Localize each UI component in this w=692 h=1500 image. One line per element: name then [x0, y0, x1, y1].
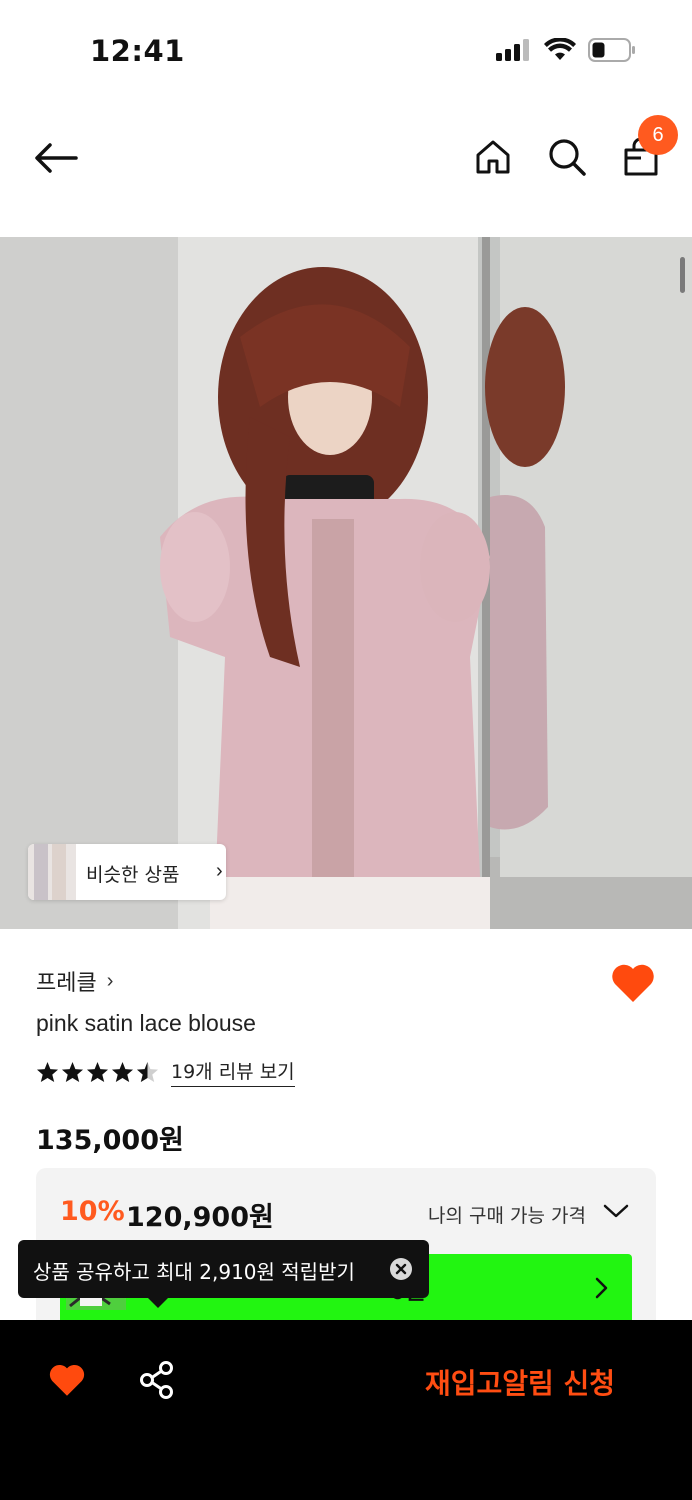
bottom-action-bar: 재입고알림 신청 [0, 1320, 692, 1500]
rating-row: 19개 리뷰 보기 [36, 1057, 295, 1087]
tooltip-close-button[interactable] [390, 1258, 412, 1280]
share-reward-tooltip: 상품 공유하고 최대 2,910원 적립받기 [18, 1240, 429, 1308]
star-rating [36, 1061, 159, 1083]
battery-icon [588, 38, 635, 62]
product-image[interactable] [0, 237, 692, 929]
top-nav [0, 100, 692, 237]
product-photo [0, 237, 692, 929]
cart-count-badge: 6 [638, 115, 678, 155]
review-link[interactable]: 19개 리뷰 보기 [171, 1057, 295, 1087]
tooltip-text: 상품 공유하고 최대 2,910원 적립받기 [33, 1260, 355, 1284]
status-icons [496, 38, 636, 62]
star-icon [61, 1061, 84, 1083]
restock-alert-button[interactable]: 재입고알림 신청 [400, 1360, 640, 1404]
similar-products-label: 비슷한 상품 [86, 864, 180, 886]
discount-price: 120,900원 [126, 1202, 274, 1233]
half-star-icon [136, 1061, 159, 1083]
chevron-down-icon[interactable] [602, 1201, 630, 1221]
search-icon [549, 139, 586, 176]
my-price-toggle-label[interactable]: 나의 구매 가능 가격 [428, 1201, 586, 1228]
image-scroll-indicator [680, 257, 685, 293]
chevron-right-icon [595, 1277, 608, 1299]
bottom-wishlist-button[interactable] [48, 1362, 86, 1398]
arrow-left-icon [35, 143, 78, 173]
search-button[interactable] [544, 132, 590, 182]
tooltip-arrow [148, 1298, 168, 1308]
close-icon [395, 1263, 407, 1275]
share-button[interactable] [138, 1360, 176, 1400]
home-button[interactable] [470, 132, 516, 182]
restock-alert-label: 재입고알림 신청 [424, 1367, 616, 1400]
share-icon [140, 1361, 173, 1399]
wishlist-button[interactable] [610, 962, 656, 1006]
chevron-right-icon: › [106, 969, 114, 992]
chevron-right-icon: › [216, 860, 223, 882]
star-icon [36, 1061, 59, 1083]
home-icon [476, 140, 510, 174]
back-button[interactable] [30, 132, 82, 184]
original-price: 135,000원 [36, 1125, 184, 1156]
similar-products-button[interactable]: 비슷한 상품 › [28, 844, 226, 900]
similar-product-thumbnail [28, 844, 76, 900]
brand-name: 프레클 [36, 971, 97, 996]
product-name: pink satin lace blouse [36, 1010, 256, 1036]
cellular-signal-icon [496, 39, 529, 61]
heart-icon [49, 1364, 85, 1396]
star-icon [111, 1061, 134, 1083]
star-icon [86, 1061, 109, 1083]
status-time: 12:41 [90, 34, 185, 68]
status-bar: 12:41 [0, 0, 692, 100]
discount-percent: 10% [60, 1196, 125, 1227]
wifi-icon [544, 38, 576, 60]
heart-icon [612, 964, 654, 1002]
brand-link[interactable]: 프레클 › [36, 965, 113, 997]
